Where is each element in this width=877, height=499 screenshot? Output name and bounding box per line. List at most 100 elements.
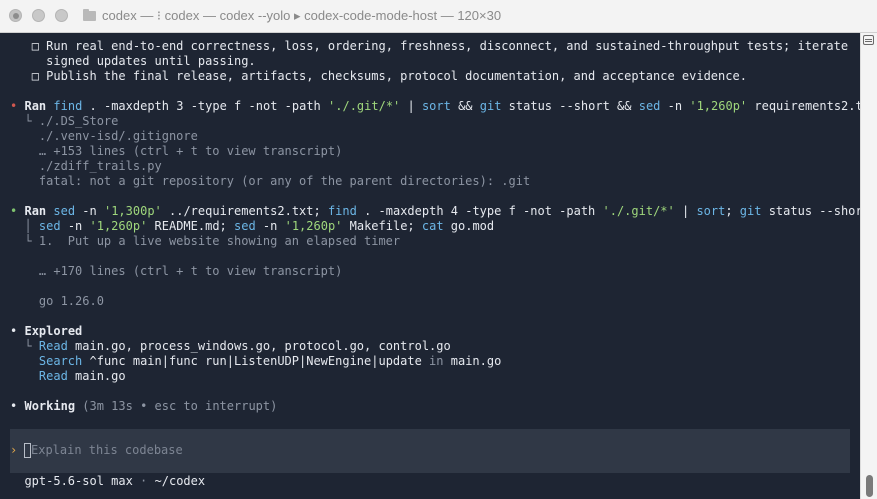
command-token: -n [255,219,285,233]
status-footer: gpt-5.6-sol max · ~/codex [10,474,205,489]
todo-item-1-cont: signed updates until passing. [31,54,256,68]
ran-1-output: ./zdiff_trails.py [10,159,162,174]
command-token: git [739,204,762,218]
command-token: 3 [169,99,191,113]
command-token: './.git/*' [602,204,675,218]
command-token: Makefile; [342,219,422,233]
ran-1-output: … +153 lines (ctrl + t to view transcrip… [10,144,342,159]
command-token: status [501,99,560,113]
scroll-indicator-icon[interactable] [863,35,874,45]
ran-1-output: └ ./.DS_Store [10,114,118,129]
ran-1-output-line: └ ./.DS_Store [24,114,119,128]
working-label: Working [24,399,76,413]
ran-2-output: … +170 lines (ctrl + t to view transcrip… [10,264,342,279]
window-title: codex — ⁝ codex — codex --yolo ▸ codex-c… [83,0,501,32]
ran-2-label: Ran [24,204,47,218]
window-title-folder: codex [102,8,137,23]
command-token: '1,300p' [103,204,162,218]
ran-2-command: sed -n '1,300p' ../requirements2.txt; fi… [46,204,877,218]
todo-item-line: □ Run real end-to-end correctness, loss,… [10,39,848,54]
ran-2-command-line-2: │ sed -n '1,260p' README.md; sed -n '1,2… [10,219,494,234]
ran-2-command-line: • Ran sed -n '1,300p' ../requirements2.t… [10,204,877,219]
todo-item-1: □ Run real end-to-end correctness, loss,… [31,39,849,53]
todo-item-2: □ Publish the final release, artifacts, … [31,69,747,83]
scrollbar-thumb[interactable] [866,475,873,497]
explored-label: Explored [24,324,83,338]
close-window-button[interactable] [9,9,22,22]
todo-item-line: signed updates until passing. [10,54,256,69]
footer-separator: · [132,474,155,488]
command-token: -path [284,99,321,113]
maximize-window-button[interactable] [55,9,68,22]
ran-2-output: └ 1. Put up a live website showing an el… [10,234,400,249]
working-timer: (3m 13s • esc to interrupt) [75,399,278,413]
command-token: . [82,99,104,113]
ran-2-output: go 1.26.0 [10,294,104,309]
command-token: cat [421,219,444,233]
ran-1-label: Ran [24,99,47,113]
explored-files: main.go [67,369,126,383]
command-token: -maxdepth [103,99,170,113]
command-token [660,99,667,113]
explored-verb: Read [38,369,68,383]
command-token: | [400,99,422,113]
command-token: -not [248,99,278,113]
command-token [321,99,328,113]
prompt-input[interactable] [31,443,631,458]
command-token: -n [75,204,104,218]
command-token: go.mod [443,219,495,233]
ran-1-output-line: ./.venv-isd/.gitignore [24,129,198,143]
ran-1-command: find . -maxdepth 3 -type f -not -path '.… [46,99,877,113]
folder-icon [83,9,96,21]
command-token: f [226,99,249,113]
working-directory: ~/codex [154,474,206,488]
todo-item-line: □ Publish the final release, artifacts, … [10,69,747,84]
command-token: requirements2.txt [747,99,877,113]
ran-1-output: ./.venv-isd/.gitignore [10,129,198,144]
command-token: git [479,99,502,113]
prompt-composer[interactable]: › [10,429,850,473]
ran-1-output: fatal: not a git repository (or any of t… [10,174,530,189]
command-token: . -maxdepth 4 -type f -not -path [356,204,603,218]
ran-2-command-cont: sed -n '1,260p' README.md; sed -n '1,260… [39,219,494,233]
ran-2-output-line: go 1.26.0 [24,294,104,308]
command-token: sort [696,204,726,218]
minimize-window-button[interactable] [32,9,45,22]
command-token: sort [421,99,451,113]
command-token: './.git/*' [328,99,401,113]
ran-1-output-line: ./zdiff_trails.py [24,159,162,173]
terminal-output: □ Run real end-to-end correctness, loss,… [0,33,877,499]
command-token: -n [60,219,90,233]
ran-1-output-truncated: … +153 lines (ctrl + t to view transcrip… [24,144,343,158]
command-token: '1,260p' [284,219,343,233]
command-token: README.md; [147,219,234,233]
command-token: ; [725,204,740,218]
scrollbar[interactable] [860,33,877,499]
prompt-arrow-icon: › [10,443,18,457]
ran-2-output-truncated: … +170 lines (ctrl + t to view transcrip… [24,264,343,278]
model-name: gpt-5.6-sol max [24,474,133,488]
command-token: '1,260p' [689,99,748,113]
command-token: '1,260p' [89,219,148,233]
working-status: • Working (3m 13s • esc to interrupt) [10,399,277,414]
command-token: -type [190,99,227,113]
explored-header: • Explored [10,324,82,339]
command-token: find [327,204,357,218]
command-token: sed [53,204,76,218]
ran-2-output-line: └ 1. Put up a live website showing an el… [24,234,401,248]
explored-item: └ Read main.go, process_windows.go, prot… [24,339,451,353]
command-token: ../requirements2.txt; [161,204,328,218]
ran-1-output-error: fatal: not a git repository (or any of t… [24,174,531,188]
explored-search-pattern: ^func main|func run|ListenUDP|NewEngine|… [82,354,422,368]
command-token: find [53,99,83,113]
window-titlebar: codex — ⁝ codex — codex --yolo ▸ codex-c… [0,0,877,33]
window-title-rest: — ⁝ codex — codex --yolo ▸ codex-code-mo… [136,8,502,23]
explored-item: Read main.go [10,369,126,384]
text-cursor [24,443,31,458]
command-token: && [609,99,639,113]
command-token: | [674,204,697,218]
ran-1-command-line: • Ran find . -maxdepth 3 -type f -not -p… [10,99,877,114]
explored-verb: Read [38,339,68,353]
explored-files: main.go, process_windows.go, protocol.go… [67,339,451,353]
command-token: -n [667,99,683,113]
